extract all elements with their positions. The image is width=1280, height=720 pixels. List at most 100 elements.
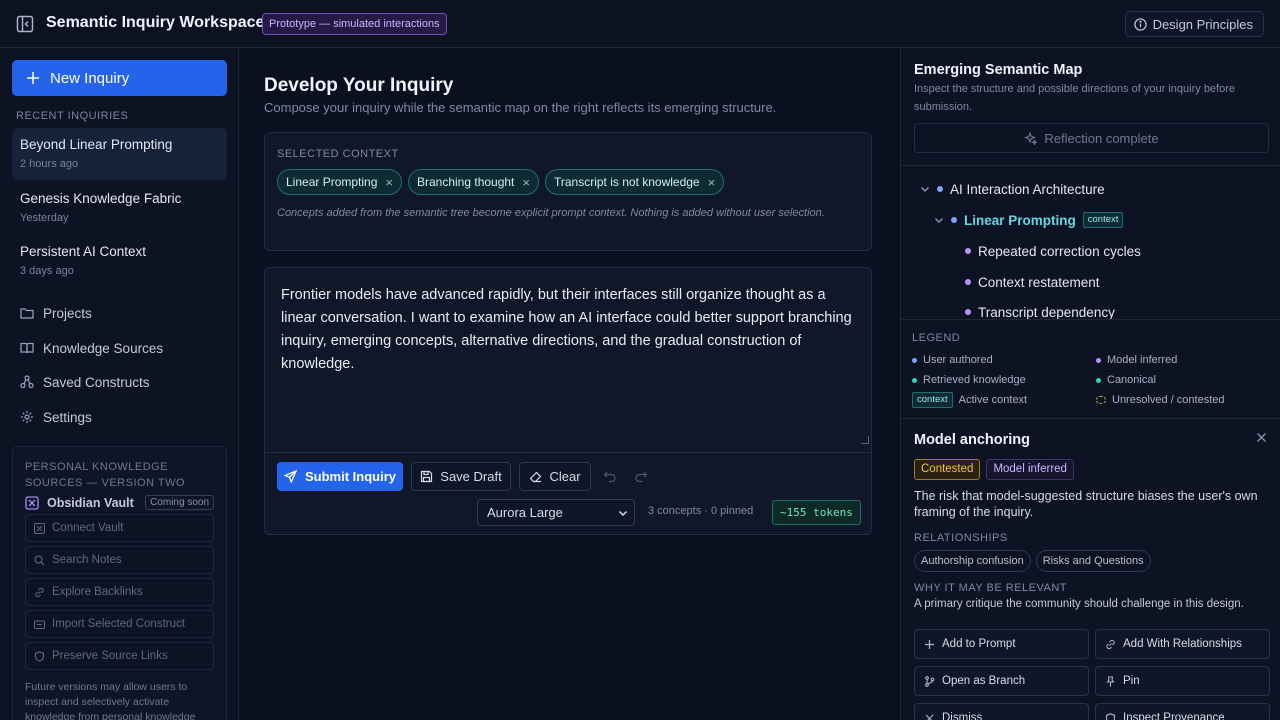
tree-node-label: Linear Prompting [964,212,1076,228]
context-chip[interactable]: Branching thought × [407,169,539,195]
legend-divider [901,319,1280,320]
model-select[interactable]: Aurora Large [477,499,635,526]
inquiry-textarea[interactable]: Frontier models have advanced rapidly, b… [281,284,857,376]
recent-inquiry-time: 2 hours ago [20,158,79,170]
nav-item-label: Settings [43,409,92,425]
tree-node[interactable]: Repeated correction cycles [965,240,1141,262]
legend-user-authored: User authored [912,354,993,366]
legend-model-inferred: Model inferred [1096,354,1177,366]
open-as-branch-label: Open as Branch [942,675,1026,687]
legend-retrieved: Retrieved knowledge [912,374,1026,386]
open-as-branch-button[interactable]: Open as Branch [914,666,1089,696]
undo-icon[interactable] [603,469,617,483]
coming-soon-badge: Coming soon [145,495,214,510]
relationship-chip[interactable]: Authorship confusion [914,550,1031,572]
search-notes-label: Search Notes [52,554,122,566]
detail-title: Model anchoring [914,432,1030,448]
legend-canonical: Canonical [1096,374,1156,386]
nav-item-label: Projects [43,305,92,321]
context-chip[interactable]: Transcript is not knowledge × [544,169,725,195]
connect-vault-button[interactable]: Connect Vault [25,514,214,542]
book-icon [20,341,34,355]
inspect-provenance-label: Inspect Provenance [1123,712,1225,720]
design-principles-label: Design Principles [1152,16,1253,32]
recent-inquiry-title: Genesis Knowledge Fabric [20,191,182,206]
chevron-down-icon[interactable] [920,184,930,194]
recent-inquiry-item[interactable]: Genesis Knowledge Fabric Yesterday [12,182,227,234]
tree-node[interactable]: AI Interaction Architecture [920,178,1105,200]
nav-item-knowledge-sources[interactable]: Knowledge Sources [20,338,163,358]
pks-heading: PERSONAL KNOWLEDGE SOURCES — VERSION TWO [25,461,186,489]
save-icon [420,470,433,483]
legend-dot [1096,377,1101,383]
context-chip-label: Branching thought [416,175,515,189]
inspect-provenance-button[interactable]: Inspect Provenance [1095,703,1270,720]
context-tag: context [912,392,953,408]
tree-node-label: Repeated correction cycles [978,243,1141,259]
remove-chip-icon[interactable]: × [708,175,716,190]
page-title: Develop Your Inquiry [264,75,454,96]
save-draft-label: Save Draft [440,469,502,484]
dismiss-button[interactable]: Dismiss [914,703,1089,720]
pin-button[interactable]: Pin [1095,666,1270,696]
info-icon [1133,17,1147,31]
add-to-prompt-button[interactable]: Add to Prompt [914,629,1089,659]
sidebar-toggle-icon[interactable] [16,15,34,33]
design-principles-button[interactable]: Design Principles [1124,11,1264,37]
legend-label: Canonical [1107,374,1156,386]
plus-icon [924,639,935,650]
remove-chip-icon[interactable]: × [522,175,530,190]
gear-icon [20,410,34,424]
nav-item-settings[interactable]: Settings [20,407,92,427]
recent-inquiry-item[interactable]: Persistent AI Context 3 days ago [12,235,227,287]
resize-handle-icon[interactable] [861,436,869,444]
relationships-row: Authorship confusion Risks and Questions [914,550,1151,572]
add-with-relationships-button[interactable]: Add With Relationships [1095,629,1270,659]
recent-inquiry-item[interactable]: Beyond Linear Prompting 2 hours ago [12,128,227,180]
detail-description: The risk that model-suggested structure … [914,489,1258,519]
relationship-chip[interactable]: Risks and Questions [1035,550,1151,572]
plus-icon [26,71,40,85]
top-bar: Semantic Inquiry Workspace Prototype — s… [0,0,1280,48]
recent-inquiries-heading: RECENT INQUIRIES [16,110,129,122]
recent-inquiry-time: Yesterday [20,212,69,224]
close-icon[interactable] [1256,432,1267,443]
nav-item-label: Knowledge Sources [43,340,164,356]
tree-node-label: AI Interaction Architecture [950,181,1105,197]
nav-item-projects[interactable]: Projects [20,303,92,323]
clear-button[interactable]: Clear [519,462,591,491]
map-title: Emerging Semantic Map [914,62,1083,78]
submit-inquiry-label: Submit Inquiry [305,469,396,484]
shield-icon [34,650,45,662]
context-tag: context [1082,212,1124,228]
remove-chip-icon[interactable]: × [385,175,393,190]
reflection-button[interactable]: Reflection complete [914,123,1269,153]
vault-icon [25,495,39,510]
new-inquiry-label: New Inquiry [50,69,130,87]
legend-unresolved: Unresolved / contested [1096,394,1225,406]
legend-ring [1096,396,1106,404]
tree-node-label: Context restatement [978,274,1100,290]
save-draft-button[interactable]: Save Draft [411,462,511,491]
explore-backlinks-button[interactable]: Explore Backlinks [25,578,214,606]
selected-context-panel: SELECTED CONTEXT Linear Prompting × Bran… [264,132,872,251]
search-notes-button[interactable]: Search Notes [25,546,214,574]
context-note: Concepts added from the semantic tree be… [277,207,825,219]
import-construct-button[interactable]: Import Selected Construct [25,610,214,638]
search-icon [34,554,45,566]
redo-icon[interactable] [634,469,648,483]
chevron-down-icon[interactable] [934,215,944,225]
page-subtitle: Compose your inquiry while the semantic … [264,100,777,115]
shield-icon [1105,712,1116,720]
pin-icon [1105,675,1116,687]
tree-node[interactable]: Context restatement [965,271,1100,293]
preserve-links-button[interactable]: Preserve Source Links [25,642,214,670]
context-chip[interactable]: Linear Prompting × [277,169,402,195]
submit-inquiry-button[interactable]: Submit Inquiry [277,462,403,491]
contested-badge: Contested [914,459,981,480]
tree-node-active[interactable]: Linear Prompting context [934,209,1124,231]
new-inquiry-button[interactable]: New Inquiry [12,60,227,96]
inquiry-editor: Frontier models have advanced rapidly, b… [264,267,872,535]
legend-dot [912,357,917,363]
nav-item-saved-constructs[interactable]: Saved Constructs [20,372,150,392]
